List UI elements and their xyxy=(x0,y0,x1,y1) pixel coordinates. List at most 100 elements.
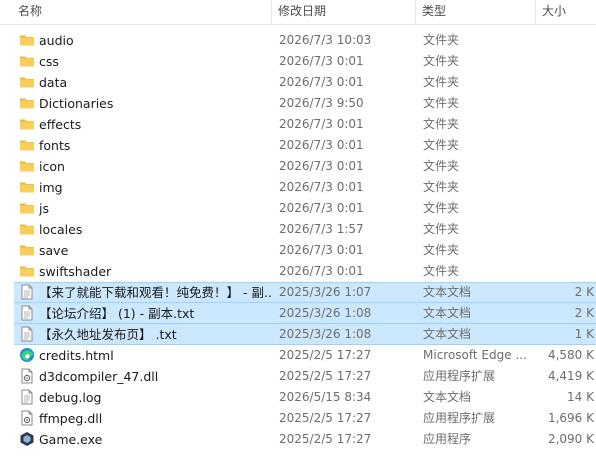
file-row[interactable]: fonts 2026/7/3 0:01 文件夹 xyxy=(0,135,596,156)
file-name: Game.exe xyxy=(39,432,103,447)
text-document-icon xyxy=(19,389,35,405)
file-date: 2025/2/5 17:27 xyxy=(279,411,372,425)
file-type: 文件夹 xyxy=(423,180,460,194)
file-size xyxy=(540,198,594,219)
file-type: 文件夹 xyxy=(423,201,460,215)
file-row[interactable]: js 2026/7/3 0:01 文件夹 xyxy=(0,198,596,219)
column-header-size[interactable]: 大小 xyxy=(536,0,596,24)
file-size xyxy=(540,240,594,261)
dll-file-icon xyxy=(19,410,35,426)
file-type: 文件夹 xyxy=(423,159,460,173)
file-type: 文件夹 xyxy=(423,117,460,131)
folder-icon xyxy=(19,32,35,48)
file-row[interactable]: save 2026/7/3 0:01 文件夹 xyxy=(0,240,596,261)
file-row[interactable]: ffmpeg.dll 2025/2/5 17:27 应用程序扩展 1,696 K xyxy=(0,408,596,429)
folder-icon xyxy=(19,116,35,132)
file-date: 2025/2/5 17:27 xyxy=(279,348,372,362)
folder-icon xyxy=(19,137,35,153)
file-row[interactable]: Game.exe 2025/2/5 17:27 应用程序 2,090 K xyxy=(0,429,596,450)
file-date: 2025/3/26 1:08 xyxy=(279,306,372,320)
file-row[interactable]: audio 2026/7/3 10:03 文件夹 xyxy=(0,30,596,51)
file-row[interactable]: icon 2026/7/3 0:01 文件夹 xyxy=(0,156,596,177)
file-row[interactable]: data 2026/7/3 0:01 文件夹 xyxy=(0,72,596,93)
text-document-icon xyxy=(19,326,35,342)
file-size: 2 K xyxy=(574,285,594,299)
file-row[interactable]: locales 2026/7/3 1:57 文件夹 xyxy=(0,219,596,240)
file-size: 2,090 K xyxy=(547,432,594,446)
file-row[interactable]: effects 2026/7/3 0:01 文件夹 xyxy=(0,114,596,135)
dll-file-icon xyxy=(19,368,35,384)
file-size xyxy=(540,219,594,240)
file-name: 【论坛介绍】 (1) - 副本.txt xyxy=(39,306,195,321)
file-row[interactable]: css 2026/7/3 0:01 文件夹 xyxy=(0,51,596,72)
file-type: 文件夹 xyxy=(423,222,460,236)
file-date: 2025/3/26 1:08 xyxy=(279,327,372,341)
file-date: 2026/7/3 10:03 xyxy=(279,33,372,47)
file-name: ffmpeg.dll xyxy=(39,411,103,426)
file-name: 【来了就能下载和观看！纯免费！】 - 副... xyxy=(39,285,271,300)
file-date: 2025/2/5 17:27 xyxy=(279,432,372,446)
file-name: d3dcompiler_47.dll xyxy=(39,369,159,384)
file-row[interactable]: 【论坛介绍】 (1) - 副本.txt 2025/3/26 1:08 文本文档 2 K xyxy=(0,303,596,324)
folder-icon xyxy=(19,74,35,90)
file-date: 2026/7/3 0:01 xyxy=(279,117,364,131)
edge-html-icon xyxy=(19,347,35,363)
file-date: 2026/7/3 0:01 xyxy=(279,264,364,278)
file-date: 2026/7/3 0:01 xyxy=(279,159,364,173)
text-document-icon xyxy=(19,284,35,300)
file-row[interactable]: 【永久地址发布页】 .txt 2025/3/26 1:08 文本文档 1 K xyxy=(0,324,596,345)
file-name: debug.log xyxy=(39,390,102,405)
file-type: 文件夹 xyxy=(423,264,460,278)
file-row[interactable]: img 2026/7/3 0:01 文件夹 xyxy=(0,177,596,198)
file-name: 【永久地址发布页】 .txt xyxy=(39,327,177,342)
text-document-icon xyxy=(19,305,35,321)
file-size xyxy=(540,261,594,282)
game-exe-icon xyxy=(19,431,35,447)
column-header-name[interactable]: 名称 xyxy=(12,0,272,24)
file-row[interactable]: d3dcompiler_47.dll 2025/2/5 17:27 应用程序扩展 4,… xyxy=(0,366,596,387)
file-row[interactable]: debug.log 2026/5/15 8:34 文本文档 14 K xyxy=(0,387,596,408)
file-name: js xyxy=(39,201,49,216)
file-size xyxy=(540,30,594,51)
file-row[interactable]: 【来了就能下载和观看！纯免费！】 - 副... 2025/3/26 1:07 文本文… xyxy=(0,282,596,303)
file-size xyxy=(540,72,594,93)
file-size: 4,419 K xyxy=(547,369,594,383)
file-date: 2026/7/3 0:01 xyxy=(279,54,364,68)
file-size xyxy=(540,177,594,198)
file-date: 2026/7/3 1:57 xyxy=(279,222,364,236)
file-type: 应用程序扩展 xyxy=(423,369,496,383)
file-size xyxy=(540,93,594,114)
file-date: 2026/5/15 8:34 xyxy=(279,390,372,404)
file-name: Dictionaries xyxy=(39,96,114,111)
file-size xyxy=(540,135,594,156)
folder-icon xyxy=(19,95,35,111)
file-date: 2026/7/3 0:01 xyxy=(279,138,364,152)
file-name: data xyxy=(39,75,68,90)
file-size: 1 K xyxy=(574,327,594,341)
file-size xyxy=(540,114,594,135)
folder-icon xyxy=(19,263,35,279)
column-header-date[interactable]: 修改日期 xyxy=(272,0,416,24)
file-name: icon xyxy=(39,159,65,174)
file-type: 文件夹 xyxy=(423,33,460,47)
file-type: 文本文档 xyxy=(423,285,472,299)
file-row[interactable]: Dictionaries 2026/7/3 9:50 文件夹 xyxy=(0,93,596,114)
file-type: 文件夹 xyxy=(423,243,460,257)
file-date: 2026/7/3 9:50 xyxy=(279,96,364,110)
file-date: 2026/7/3 0:01 xyxy=(279,75,364,89)
column-header-type[interactable]: 类型 xyxy=(416,0,536,24)
file-type: 文本文档 xyxy=(423,390,472,404)
folder-icon xyxy=(19,221,35,237)
file-type: 文件夹 xyxy=(423,96,460,110)
file-date: 2026/7/3 0:01 xyxy=(279,180,364,194)
file-row[interactable]: credits.html 2025/2/5 17:27 Microsoft Edge… xyxy=(0,345,596,366)
folder-icon xyxy=(19,200,35,216)
file-size xyxy=(540,51,594,72)
file-name: save xyxy=(39,243,69,258)
file-name: locales xyxy=(39,222,83,237)
file-name: fonts xyxy=(39,138,71,153)
file-type: 文本文档 xyxy=(423,306,472,320)
file-type: 文件夹 xyxy=(423,138,460,152)
file-row[interactable]: swiftshader 2026/7/3 0:01 文件夹 xyxy=(0,261,596,282)
file-size xyxy=(540,156,594,177)
